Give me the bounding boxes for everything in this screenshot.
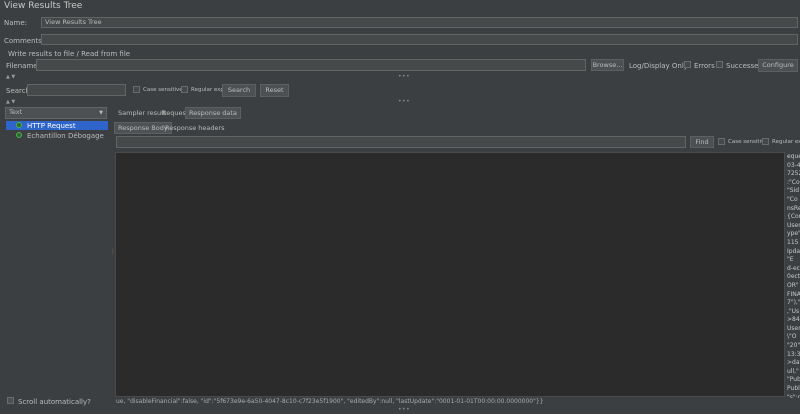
- search-button[interactable]: Search: [222, 84, 256, 97]
- tree-item-http-request[interactable]: HTTP Request: [6, 121, 108, 130]
- find-button[interactable]: Find: [690, 136, 714, 148]
- log-display-label: Log/Display Only:: [629, 62, 690, 70]
- successes-checkbox[interactable]: [716, 61, 723, 68]
- tree-item-debug-sampler[interactable]: Echantillon Débogage: [6, 131, 108, 140]
- sample-success-icon: [16, 122, 22, 128]
- sample-success-icon: [16, 132, 22, 138]
- response-line: d-ec: [787, 264, 800, 272]
- response-line: eque: [787, 153, 800, 160]
- response-line: "Co: [787, 195, 798, 203]
- case-sensitive-checkbox[interactable]: [133, 86, 140, 93]
- left-panel: [4, 107, 108, 403]
- splitter-handle-2[interactable]: •••: [398, 98, 410, 105]
- regexp-label: Regular exp.: [191, 87, 226, 93]
- response-line: 0ect: [787, 273, 800, 281]
- collapse-arrows[interactable]: ▲ ▼: [6, 74, 15, 80]
- successes-label: Successes: [726, 62, 763, 70]
- errors-checkbox[interactable]: [684, 61, 691, 68]
- tree-item-label: HTTP Request: [27, 122, 76, 130]
- response-line: 13:31: [787, 350, 800, 358]
- response-line: \"O: [787, 333, 797, 341]
- response-line: nsRe: [787, 204, 800, 212]
- response-line: Publi: [787, 385, 800, 393]
- response-line: Userl: [787, 324, 800, 332]
- response-line: 7252: [787, 170, 800, 178]
- scroll-auto-label: Scroll automatically?: [18, 398, 91, 406]
- response-line: Ipda: [787, 247, 800, 255]
- collapse-arrows-2[interactable]: ▲ ▼: [6, 99, 15, 105]
- file-section-title: Write results to file / Read from file: [8, 50, 131, 58]
- renderer-select[interactable]: Text ▼: [5, 107, 107, 119]
- response-line: >849: [787, 316, 800, 324]
- response-line: "Publ: [787, 376, 800, 384]
- response-line: :"Co: [787, 178, 800, 186]
- response-line: ull,": [787, 367, 799, 375]
- response-line: 7"),": [787, 299, 800, 307]
- comments-input[interactable]: [41, 34, 798, 45]
- name-input[interactable]: View Results Tree: [41, 17, 798, 28]
- find-regexp-label: Regular exp: [772, 139, 800, 145]
- response-line: "20",: [787, 342, 800, 350]
- regexp-checkbox[interactable]: [181, 86, 188, 93]
- window-title: View Results Tree: [4, 1, 83, 11]
- splitter-handle[interactable]: •••: [398, 73, 410, 80]
- response-line: {Con: [787, 213, 800, 221]
- renderer-selected-value: Text: [9, 108, 23, 116]
- reset-button[interactable]: Reset: [260, 84, 289, 97]
- configure-button[interactable]: Configure: [758, 59, 798, 72]
- response-body-area[interactable]: [115, 152, 785, 397]
- response-bottom-line: ue, "disableFinancial":false, "id":"5f67…: [116, 398, 544, 405]
- response-line: "Sid: [787, 187, 800, 195]
- tab-response-data[interactable]: Response data: [185, 107, 241, 119]
- bottom-splitter-handle[interactable]: •••: [398, 406, 410, 413]
- tree-item-label: Echantillon Débogage: [27, 132, 104, 140]
- response-line: >dat: [787, 359, 800, 367]
- find-case-sensitive-checkbox[interactable]: [718, 138, 725, 145]
- find-regexp-checkbox[interactable]: [762, 138, 769, 145]
- response-line: 115: [787, 238, 799, 246]
- comments-label: Comments:: [4, 37, 45, 45]
- case-sensitive-label: Case sensitive: [143, 87, 183, 93]
- filename-label: Filename: [6, 62, 38, 70]
- response-line: ,"Us: [787, 307, 800, 315]
- response-line: OR": [787, 281, 799, 289]
- response-line: 03-4: [787, 161, 800, 169]
- response-line: FINA: [787, 290, 800, 298]
- find-input[interactable]: [116, 136, 686, 148]
- response-text-column: eque03-47252:"Co"Sid"ConsRe{ConUser,ype"…: [787, 153, 800, 402]
- subtab-response-headers[interactable]: Response headers: [162, 123, 228, 133]
- filename-input[interactable]: [36, 59, 586, 71]
- name-label: Name:: [4, 19, 28, 27]
- browse-button[interactable]: Browse...: [591, 59, 624, 71]
- search-input[interactable]: [27, 84, 126, 96]
- scroll-auto-checkbox[interactable]: [7, 397, 14, 404]
- errors-label: Errors: [694, 62, 715, 70]
- chevron-down-icon: ▼: [99, 110, 103, 116]
- response-line: "E: [787, 256, 794, 264]
- response-line: User,: [787, 221, 800, 229]
- response-line: ype": [787, 230, 800, 238]
